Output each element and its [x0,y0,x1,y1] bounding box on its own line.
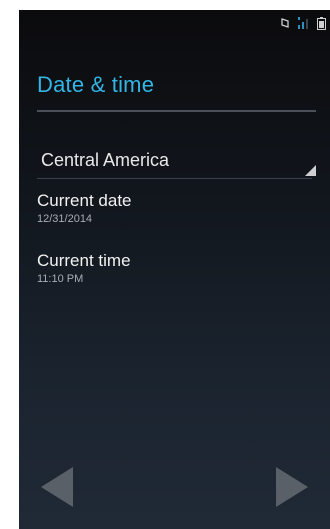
current-time-value: 11:10 PM [37,273,84,285]
device-screen: Date & time Central America Current date… [19,10,330,529]
page-title: Date & time [37,72,155,97]
battery-icon [317,16,326,30]
triangle-right-icon [274,465,314,509]
rotate-icon [279,17,291,29]
previous-button[interactable] [39,465,79,509]
current-time-title: Current time [37,251,131,270]
current-date-title: Current date [37,191,132,210]
current-time-preference[interactable]: Current time 11:10 PM [37,251,131,286]
spinner-dropdown-icon [305,165,316,176]
current-date-value: 12/31/2014 [37,213,93,225]
next-button[interactable] [274,465,314,509]
timezone-spinner-value: Central America [41,150,170,170]
timezone-spinner[interactable]: Central America [37,144,316,179]
signal-icon [297,17,311,29]
current-date-preference[interactable]: Current date 12/31/2014 [37,191,132,226]
title-divider [37,110,316,112]
status-bar [19,10,330,36]
triangle-left-icon [39,465,79,509]
